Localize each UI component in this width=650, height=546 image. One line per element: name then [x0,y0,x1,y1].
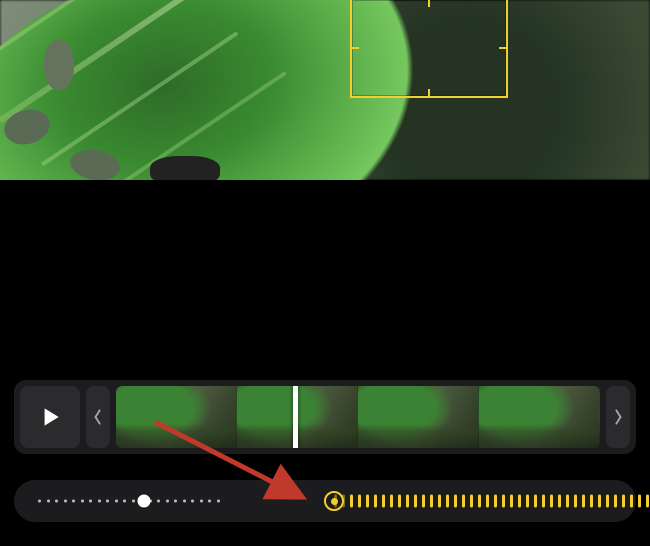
timeline-frame [479,386,600,448]
scrubber-start-knob[interactable] [138,495,151,508]
timeline-frame [358,386,479,448]
video-timeline-bar [14,380,636,454]
timeline-frames[interactable] [116,386,600,448]
playhead[interactable] [293,386,298,448]
chevron-right-icon [613,405,623,429]
play-button[interactable] [20,386,80,448]
chevron-left-icon [93,405,103,429]
video-editor-screen [0,0,650,546]
speed-scrubber-bar [14,480,636,522]
play-icon [37,404,63,430]
focus-indicator-box[interactable] [350,0,508,98]
scrubber-ticks-slowmo [334,495,650,508]
trim-handle-left[interactable] [86,386,110,448]
scrubber-slowmo-knob[interactable] [324,491,344,511]
trim-handle-right[interactable] [606,386,630,448]
scrubber-dots-normal [38,500,334,503]
video-preview[interactable] [0,0,650,180]
scrubber-track[interactable] [38,491,612,511]
timeline-frame [116,386,237,448]
